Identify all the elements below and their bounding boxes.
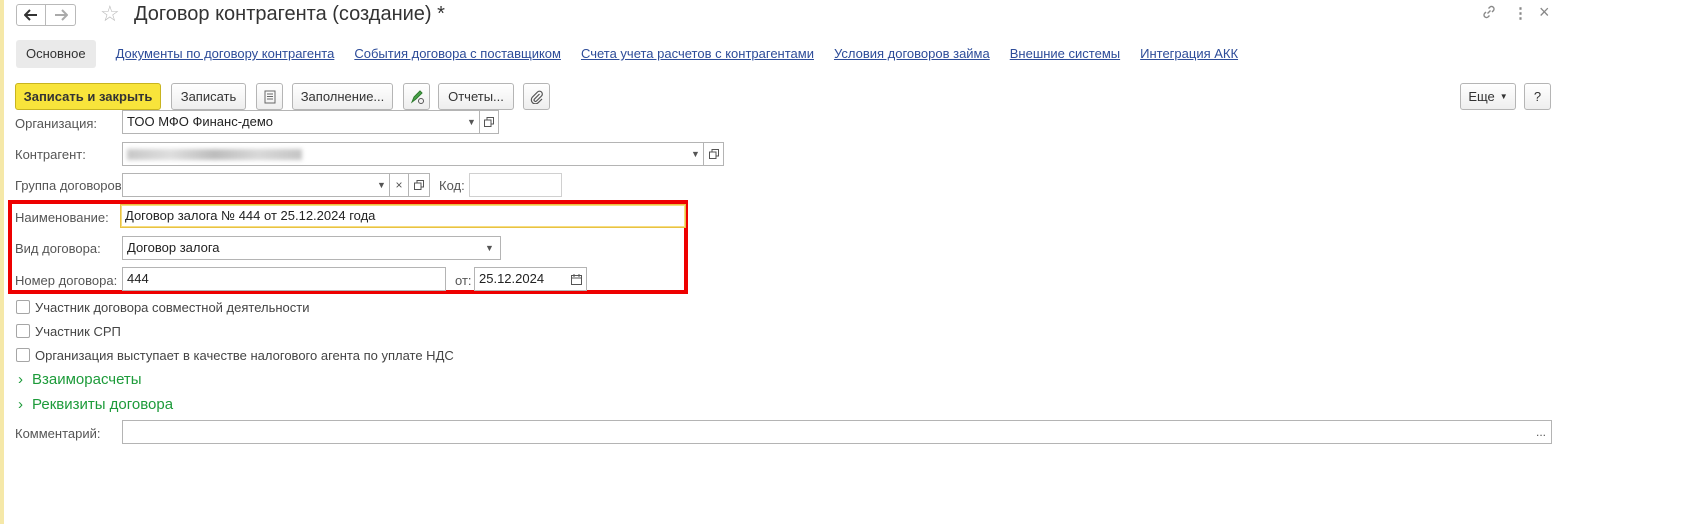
contract-number-label: Номер договора:	[15, 273, 118, 288]
organization-input[interactable]: ТОО МФО Финанс-демо	[122, 110, 462, 134]
open-window-icon	[708, 149, 719, 159]
contract-date-input[interactable]: 25.12.2024	[474, 267, 567, 291]
srp-participant-checkbox[interactable]	[16, 324, 30, 338]
contract-group-label: Группа договоров:	[15, 178, 126, 193]
contract-group-open-button[interactable]	[409, 173, 430, 197]
code-label: Код:	[439, 178, 465, 193]
save-and-close-button[interactable]: Записать и закрыть	[15, 83, 161, 110]
chevron-down-icon: ▼	[377, 180, 386, 190]
arrow-right-icon	[54, 9, 68, 21]
more-button[interactable]: Еще ▼	[1460, 83, 1516, 110]
left-edge-strip	[0, 0, 4, 524]
counterparty-label: Контрагент:	[15, 147, 86, 162]
tab-settlement-accounts[interactable]: Счета учета расчетов с контрагентами	[581, 40, 814, 68]
forward-button[interactable]	[46, 4, 76, 26]
pen-icon	[410, 89, 424, 104]
contract-group-clear-button[interactable]: ×	[389, 173, 409, 197]
fill-button[interactable]: Заполнение...	[292, 83, 393, 110]
calendar-button[interactable]	[566, 267, 587, 291]
tax-agent-checkbox[interactable]	[16, 348, 30, 362]
name-input[interactable]: Договор залога № 444 от 25.12.2024 года	[120, 204, 686, 228]
chevron-down-icon: ▼	[1499, 92, 1508, 101]
more-button-label: Еще	[1468, 89, 1495, 104]
edit-signature-button[interactable]	[403, 83, 430, 110]
date-label: от:	[455, 273, 472, 288]
tax-agent-label[interactable]: Организация выступает в качестве налогов…	[35, 348, 454, 363]
name-label: Наименование:	[15, 210, 109, 225]
tab-bar: Основное Документы по договору контраген…	[16, 40, 1258, 68]
favorite-star-icon[interactable]: ☆	[100, 2, 120, 26]
tab-external-systems[interactable]: Внешние системы	[1010, 40, 1120, 68]
contract-type-input[interactable]: Договор залога	[122, 236, 480, 260]
clear-icon: ×	[395, 178, 403, 192]
arrow-left-icon	[24, 9, 37, 21]
calendar-icon	[570, 273, 582, 285]
section-settlements[interactable]: › Взаиморасчеты	[18, 371, 142, 388]
contract-type-dropdown[interactable]: ▼	[479, 236, 501, 260]
contract-number-input[interactable]: 444	[122, 267, 446, 291]
link-icon[interactable]	[1481, 4, 1497, 26]
open-window-icon	[484, 117, 494, 127]
document-list-icon	[264, 90, 275, 103]
tab-loan-conditions[interactable]: Условия договоров займа	[834, 40, 990, 68]
section-contract-details[interactable]: › Реквизиты договора	[18, 396, 173, 413]
close-button[interactable]: ×	[1539, 2, 1550, 22]
chevron-down-icon: ▼	[467, 117, 476, 127]
help-button[interactable]: ?	[1524, 83, 1551, 110]
comment-input[interactable]	[122, 420, 1532, 444]
organization-label: Организация:	[15, 116, 98, 131]
chevron-right-icon: ›	[18, 371, 23, 388]
page-title: Договор контрагента (создание) *	[134, 3, 445, 25]
blurred-counterparty-value	[127, 149, 302, 160]
section-contract-details-label: Реквизиты договора	[32, 396, 174, 413]
srp-participant-label[interactable]: Участник СРП	[35, 324, 121, 339]
comment-label: Комментарий:	[15, 426, 101, 441]
code-input[interactable]	[469, 173, 562, 197]
open-window-icon	[414, 180, 424, 190]
contract-type-label: Вид договора:	[15, 241, 101, 256]
attach-button[interactable]	[523, 83, 550, 110]
save-button[interactable]: Записать	[171, 83, 246, 110]
paperclip-icon	[530, 90, 543, 104]
counterparty-open-button[interactable]	[703, 142, 724, 166]
chevron-right-icon: ›	[18, 396, 23, 413]
comment-expand-button[interactable]: ...	[1531, 420, 1552, 444]
reports-button[interactable]: Отчеты...	[438, 83, 514, 110]
joint-activity-label[interactable]: Участник договора совместной деятельност…	[35, 300, 310, 315]
counterparty-input[interactable]	[122, 142, 686, 166]
organization-open-button[interactable]	[479, 110, 499, 134]
contract-group-input[interactable]	[122, 173, 372, 197]
tab-akk-integration[interactable]: Интеграция АКК	[1140, 40, 1238, 68]
tab-contract-documents[interactable]: Документы по договору контрагента	[116, 40, 335, 68]
chevron-down-icon: ▼	[485, 243, 494, 253]
chevron-down-icon: ▼	[691, 149, 700, 159]
tab-supplier-events[interactable]: События договора с поставщиком	[354, 40, 561, 68]
more-vertical-icon[interactable]: ⋮	[1513, 4, 1528, 24]
tab-main[interactable]: Основное	[16, 40, 96, 68]
section-settlements-label: Взаиморасчеты	[32, 371, 142, 388]
back-button[interactable]	[16, 4, 46, 26]
joint-activity-checkbox[interactable]	[16, 300, 30, 314]
document-list-button[interactable]	[256, 83, 283, 110]
